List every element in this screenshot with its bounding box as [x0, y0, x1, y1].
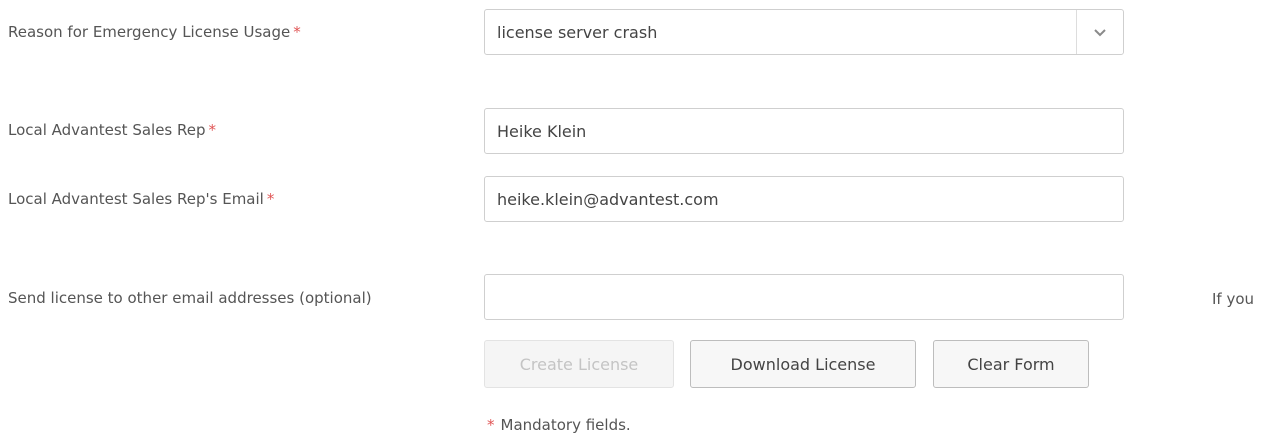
mandatory-note-text: Mandatory fields. [500, 416, 631, 434]
required-asterisk: * [293, 23, 301, 41]
side-help-text: If you [1212, 290, 1255, 308]
clear-form-button[interactable]: Clear Form [933, 340, 1089, 388]
sales-rep-input-value: Heike Klein [497, 121, 587, 141]
required-asterisk: * [266, 190, 275, 208]
chevron-down-icon[interactable] [1076, 10, 1123, 54]
reason-label-text: Reason for Emergency License Usage [8, 23, 291, 41]
sales-rep-input[interactable]: Heike Klein [484, 108, 1124, 154]
other-emails-label-text: Send license to other email addresses (o… [8, 289, 372, 307]
download-license-button[interactable]: Download License [690, 340, 916, 388]
other-emails-input[interactable] [484, 274, 1124, 320]
required-asterisk: * [208, 121, 217, 139]
reason-select[interactable]: license server crash [484, 9, 1124, 55]
required-asterisk: * [487, 416, 495, 434]
create-license-button[interactable]: Create License [484, 340, 674, 388]
sales-rep-email-input[interactable]: heike.klein@advantest.com [484, 176, 1124, 222]
sales-rep-label-text: Local Advantest Sales Rep [8, 121, 206, 139]
sales-rep-email-label-text: Local Advantest Sales Rep's Email [8, 190, 264, 208]
sales-rep-email-input-value: heike.klein@advantest.com [497, 189, 719, 209]
other-emails-label: Send license to other email addresses (o… [8, 289, 372, 307]
sales-rep-label: Local Advantest Sales Rep * [8, 121, 216, 139]
reason-select-value: license server crash [497, 22, 658, 42]
reason-label: Reason for Emergency License Usage * [8, 23, 301, 41]
sales-rep-email-label: Local Advantest Sales Rep's Email * [8, 190, 274, 208]
mandatory-note: * Mandatory fields. [487, 416, 631, 434]
